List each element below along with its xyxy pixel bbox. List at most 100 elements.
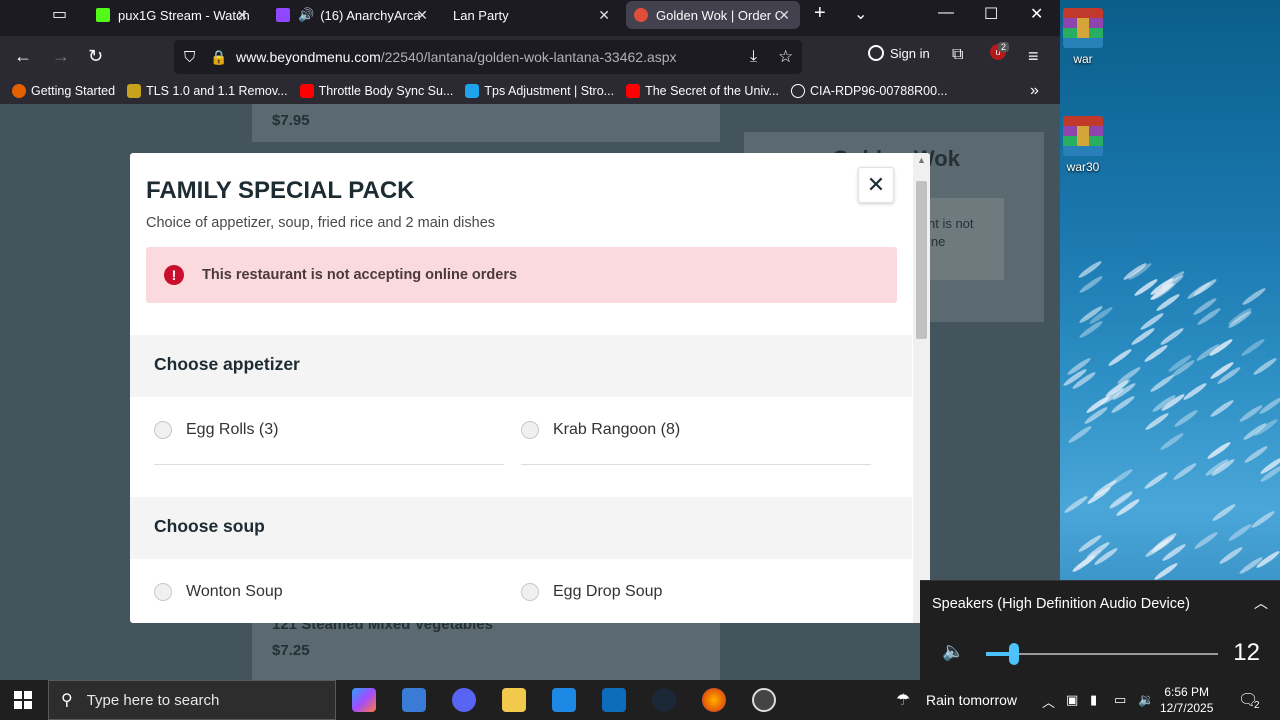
extensions-icon[interactable]: ⧉ xyxy=(952,46,963,64)
obs-icon[interactable] xyxy=(752,688,776,712)
sidebar-alert-text: nt is not xyxy=(928,216,974,231)
back-icon[interactable]: ← xyxy=(14,46,32,67)
tab-lan-party[interactable]: Lan Party ✕ xyxy=(445,0,620,30)
winrar-icon xyxy=(1063,116,1103,156)
option-egg-drop-soup[interactable]: Egg Drop Soup xyxy=(521,583,662,601)
bookmark-tps[interactable]: Tps Adjustment | Stro... xyxy=(465,84,614,98)
tab-kick[interactable]: pux1G Stream - Watch ✕ xyxy=(88,0,258,30)
menu-icon[interactable]: ≡ xyxy=(1028,46,1039,67)
mail-icon[interactable] xyxy=(602,688,626,712)
desktop-icon-label: war30 xyxy=(1066,160,1100,174)
tab-golden-wok[interactable]: Golden Wok | Order Or ✕ xyxy=(626,1,800,29)
url-bar[interactable]: ⛉ 🔒 www.beyondmenu.com/22540/lantana/gol… xyxy=(174,40,802,74)
wallpaper-fish xyxy=(1227,522,1254,543)
bookmark-secret[interactable]: The Secret of the Univ... xyxy=(626,84,779,98)
wallpaper-fish xyxy=(1062,494,1089,515)
tab-twitch[interactable]: 🔊 (16) AnarchyArcade ✕ xyxy=(268,0,438,30)
notification-count: 2 xyxy=(1254,700,1260,711)
bookmark-getting-started[interactable]: Getting Started xyxy=(12,84,115,98)
download-page-icon[interactable]: ⤓ xyxy=(750,48,757,66)
file-explorer-icon[interactable] xyxy=(502,688,526,712)
alert-text: This restaurant is not accepting online … xyxy=(202,267,518,283)
globe-icon xyxy=(790,84,805,98)
chevron-up-icon[interactable]: ︿ xyxy=(1254,593,1268,613)
bookmarks-bar: Getting Started TLS 1.0 and 1.1 Remov...… xyxy=(0,78,1060,104)
close-tab-icon[interactable]: ✕ xyxy=(778,7,790,24)
desktop-icon-war[interactable]: war xyxy=(1063,8,1103,66)
bookmark-tls[interactable]: TLS 1.0 and 1.1 Remov... xyxy=(127,84,288,98)
twitch-icon xyxy=(276,8,290,22)
weather-icon[interactable]: ☂ xyxy=(896,690,910,710)
speaker-icon[interactable]: 🔉 xyxy=(1138,692,1154,708)
close-tab-icon[interactable]: ✕ xyxy=(236,7,248,24)
desktop-icon-war30[interactable]: war30 xyxy=(1063,116,1103,174)
shield-icon[interactable]: ⛉ xyxy=(184,49,195,66)
discord-icon[interactable] xyxy=(452,688,476,712)
taskbar-search[interactable]: ⚲ Type here to search xyxy=(48,680,336,720)
item-modal: FAMILY SPECIAL PACK Choice of appetizer,… xyxy=(130,153,930,623)
remote-desktop-icon[interactable] xyxy=(402,688,426,712)
wallpaper-fish xyxy=(1240,337,1267,358)
lock-icon[interactable]: 🔒 xyxy=(210,49,227,66)
close-window-icon[interactable]: ✕ xyxy=(1030,4,1043,24)
youtube-icon xyxy=(626,84,641,98)
wallpaper-fish xyxy=(1159,431,1185,453)
modal-title: FAMILY SPECIAL PACK xyxy=(146,177,415,204)
usb-icon[interactable]: ▮ xyxy=(1090,692,1097,708)
bookmark-label: The Secret of the Univ... xyxy=(645,84,779,98)
option-egg-rolls[interactable]: Egg Rolls (3) xyxy=(154,421,278,439)
bookmark-star-icon[interactable]: ☆ xyxy=(778,47,793,67)
network-icon[interactable]: ▭ xyxy=(1114,692,1126,708)
option-wonton-soup[interactable]: Wonton Soup xyxy=(154,583,283,601)
bookmark-throttle[interactable]: Throttle Body Sync Su... xyxy=(299,84,453,98)
wallpaper-fish xyxy=(1107,347,1133,368)
speaker-icon[interactable]: 🔈 xyxy=(942,641,964,662)
sign-in-button[interactable]: Sign in xyxy=(868,45,930,61)
close-tab-icon[interactable]: ✕ xyxy=(416,7,428,24)
option-label: Egg Rolls (3) xyxy=(186,421,279,438)
close-tab-icon[interactable]: ✕ xyxy=(598,7,610,24)
url-host: www.beyondmenu.com xyxy=(236,49,381,65)
wallpaper-fish xyxy=(1152,561,1179,583)
clock[interactable]: 6:56 PM 12/7/2025 xyxy=(1160,684,1213,716)
minimize-icon[interactable]: — xyxy=(938,4,954,22)
tab-list-icon[interactable]: ▭ xyxy=(52,4,67,24)
beyondmenu-icon xyxy=(634,8,648,22)
close-icon[interactable]: ✕ xyxy=(858,167,894,203)
more-bookmarks-icon[interactable]: » xyxy=(1030,82,1039,100)
audio-device-name[interactable]: Speakers (High Definition Audio Device) xyxy=(932,596,1190,612)
firefox-icon[interactable] xyxy=(702,688,726,712)
bookmark-label: CIA-RDP96-00788R00... xyxy=(809,84,948,98)
bookmark-cia[interactable]: CIA-RDP96-00788R00... xyxy=(790,84,948,98)
option-krab-rangoon[interactable]: Krab Rangoon (8) xyxy=(521,421,680,439)
device-icon[interactable]: ▣ xyxy=(1066,692,1078,708)
volume-flyout: Speakers (High Definition Audio Device) … xyxy=(920,580,1280,680)
windows-start-icon[interactable] xyxy=(14,691,32,709)
option-label: Wonton Soup xyxy=(186,583,283,600)
microsoft-store-icon[interactable] xyxy=(552,688,576,712)
chevron-up-icon[interactable]: ︿ xyxy=(1042,692,1055,711)
steam-icon[interactable] xyxy=(652,688,676,712)
scrollbar-thumb[interactable] xyxy=(916,181,927,339)
radio-button[interactable] xyxy=(154,583,172,601)
forward-icon[interactable]: → xyxy=(52,46,70,67)
wallpaper-fish xyxy=(1143,343,1170,364)
wallpaper-fish xyxy=(1218,545,1245,566)
radio-button[interactable] xyxy=(521,421,539,439)
weather-text[interactable]: Rain tomorrow xyxy=(926,692,1017,708)
radio-button[interactable] xyxy=(154,421,172,439)
search-placeholder: Type here to search xyxy=(86,691,220,709)
reload-icon[interactable]: ↻ xyxy=(88,46,103,67)
new-tab-icon[interactable]: + xyxy=(814,2,826,25)
volume-slider-thumb[interactable] xyxy=(1008,643,1019,665)
volume-slider[interactable] xyxy=(986,643,1218,665)
scroll-up-icon[interactable]: ▲ xyxy=(917,155,926,165)
radio-button[interactable] xyxy=(521,583,539,601)
menu-item-card xyxy=(252,104,720,142)
chevron-down-icon[interactable]: ⌄ xyxy=(854,4,867,24)
url-text[interactable]: www.beyondmenu.com/22540/lantana/golden-… xyxy=(236,49,677,65)
copilot-icon[interactable] xyxy=(352,688,376,712)
modal-scrollbar[interactable]: ▲ xyxy=(913,153,930,623)
maximize-icon[interactable]: ☐ xyxy=(984,4,998,24)
bookmark-label: Tps Adjustment | Stro... xyxy=(484,84,615,98)
